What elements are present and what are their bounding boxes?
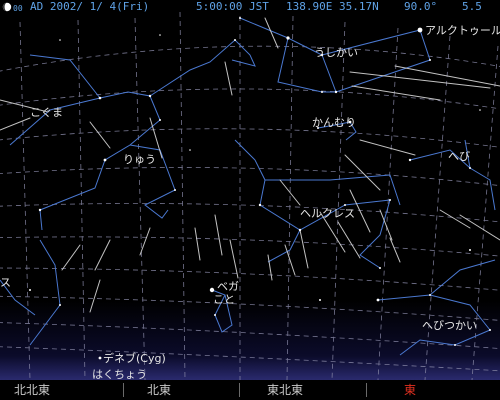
planetarium-window: アルクトゥール うしかい こぐま かんむり りゅう へび ヘルクレス ベガ こと… bbox=[0, 0, 500, 400]
status-bar: 00 AD 2002/ 1/ 4(Fri) 5:00:00 JST 138.90… bbox=[0, 0, 500, 14]
view-angle-display: 90.0° bbox=[404, 0, 438, 13]
label-hebitsukai: へびつかい bbox=[422, 319, 477, 332]
label-arcturus: アルクトゥール bbox=[425, 24, 500, 37]
moon-phase-icon bbox=[2, 2, 12, 12]
direction-e: 東 bbox=[404, 383, 417, 397]
label-ryuu: りゅう bbox=[123, 153, 156, 166]
label-kanmuri: かんむり bbox=[312, 116, 356, 129]
horizon-glow bbox=[0, 300, 500, 380]
date-display: AD 2002/ 1/ 4(Fri) bbox=[30, 0, 150, 13]
label-vega: ベガ bbox=[217, 280, 239, 293]
label-deneb: デネブ(Cyg) bbox=[103, 351, 166, 365]
direction-bar: 北北東 北東 東北東 東 bbox=[0, 380, 500, 400]
direction-separator bbox=[366, 383, 367, 397]
label-su: ス bbox=[0, 276, 11, 289]
label-ushikai: うしかい bbox=[314, 46, 358, 59]
label-koto: こと bbox=[213, 293, 235, 306]
sky-view[interactable]: アルクトゥール うしかい こぐま かんむり りゅう へび ヘルクレス ベガ こと… bbox=[0, 0, 500, 380]
direction-nne: 北北東 bbox=[14, 383, 51, 397]
location-display: 138.90E 35.17N bbox=[286, 0, 379, 13]
direction-separator bbox=[123, 383, 124, 397]
label-hebi: へび bbox=[448, 150, 470, 163]
direction-ene: 東北東 bbox=[267, 383, 304, 397]
direction-separator bbox=[239, 383, 240, 397]
label-hakuchou: はくちょう bbox=[92, 368, 147, 380]
time-display: 5:00:00 JST bbox=[196, 0, 269, 13]
magnitude-limit-display: 5.5 bbox=[462, 0, 482, 13]
moon-phase-value: 00 bbox=[13, 4, 23, 13]
label-kokuma: こぐま bbox=[30, 106, 63, 119]
direction-ne: 北東 bbox=[147, 383, 172, 397]
label-herakuresu: ヘルクレス bbox=[300, 207, 355, 220]
